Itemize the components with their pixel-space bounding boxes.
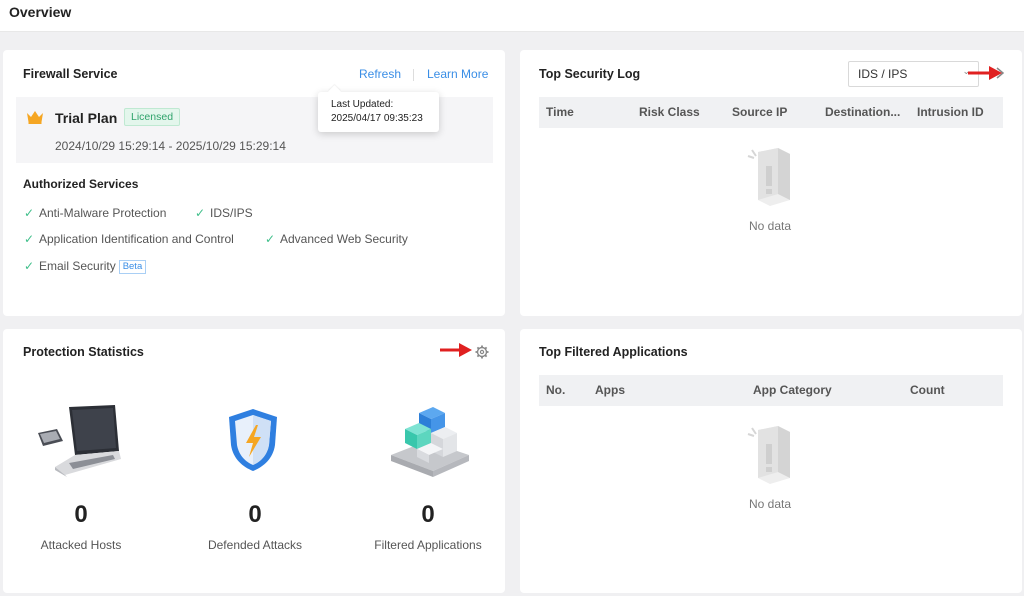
security-log-title: Top Security Log [539,67,641,81]
no-data-text: No data [748,497,792,511]
shield-icon [229,409,277,471]
learn-more-link[interactable]: Learn More [427,67,488,81]
log-type-select[interactable]: IDS / IPS ⌄ [848,61,979,87]
column-header: No. [546,383,566,397]
apps-title: Top Filtered Applications [539,345,688,359]
refresh-link[interactable]: Refresh [359,67,401,81]
plan-dates: 2024/10/29 15:29:14 - 2025/10/29 15:29:1… [55,139,286,153]
empty-state: No data [720,146,820,233]
link-divider [413,69,414,81]
check-icon: ✓ [24,232,35,246]
check-icon: ✓ [24,259,35,273]
service-item: ✓ Advanced Web Security [265,232,408,246]
service-item: ✓ Email Security Beta [24,259,147,274]
column-header: Destination... [825,105,901,119]
gear-icon[interactable] [475,345,489,359]
apps-table-header: No. Apps App Category Count [539,375,1003,406]
stat-attacked-hosts: 0 Attacked Hosts [11,501,151,552]
applications-cubes-icon [391,407,469,477]
no-data-text: No data [748,219,792,233]
stat-value: 0 [421,501,435,528]
column-header: Time [546,105,574,119]
stat-label: Filtered Applications [374,538,482,552]
top-filtered-applications-card: Top Filtered Applications No. Apps App C… [520,329,1022,593]
column-header: Source IP [732,105,788,119]
empty-state: No data [720,424,820,511]
firewall-card-title: Firewall Service [23,67,118,81]
top-security-log-card: Top Security Log IDS / IPS ⌄ Time Risk C… [520,50,1022,316]
stat-filtered-applications: 0 Filtered Applications [358,501,498,552]
tooltip-label: Last Updated: [331,99,394,110]
stat-value: 0 [74,501,88,528]
column-header: Intrusion ID [917,105,984,119]
stat-defended-attacks: 0 Defended Attacks [185,501,325,552]
stat-label: Attacked Hosts [40,538,122,552]
service-item: ✓ Anti-Malware Protection [24,206,167,220]
licensed-badge: Licensed [124,108,181,126]
protection-title: Protection Statistics [23,345,144,359]
plan-name: Trial Plan [55,110,118,126]
tooltip-value: 2025/04/17 09:35:23 [331,113,423,124]
page-header: Overview [0,0,1024,32]
service-item: ✓ Application Identification and Control [24,232,234,246]
security-log-table-header: Time Risk Class Source IP Destination...… [539,97,1003,128]
column-header: Apps [595,383,625,397]
stat-label: Defended Attacks [207,538,303,552]
last-updated-tooltip: Last Updated: 2025/04/17 09:35:23 [318,92,439,132]
authorized-services-title: Authorized Services [23,177,139,191]
protection-statistics-card: Protection Statistics 0 Attacked Hosts 0… [3,329,505,593]
column-header: Risk Class [639,105,700,119]
red-arrow-icon [968,66,1002,80]
check-icon: ✓ [265,232,276,246]
empty-box-icon [747,148,790,206]
page-title: Overview [9,4,72,20]
column-header: App Category [753,383,832,397]
stat-value: 0 [248,501,262,528]
laptop-icon [38,405,121,477]
beta-badge: Beta [118,260,147,274]
crown-icon [27,111,43,124]
empty-box-icon [747,426,790,484]
column-header: Count [910,383,945,397]
service-item: ✓ IDS/IPS [195,206,253,220]
select-value: IDS / IPS [858,67,908,81]
check-icon: ✓ [24,206,35,220]
check-icon: ✓ [195,206,206,220]
firewall-service-card: Firewall Service Refresh Learn More Tria… [3,50,505,316]
red-arrow-icon [440,343,472,357]
